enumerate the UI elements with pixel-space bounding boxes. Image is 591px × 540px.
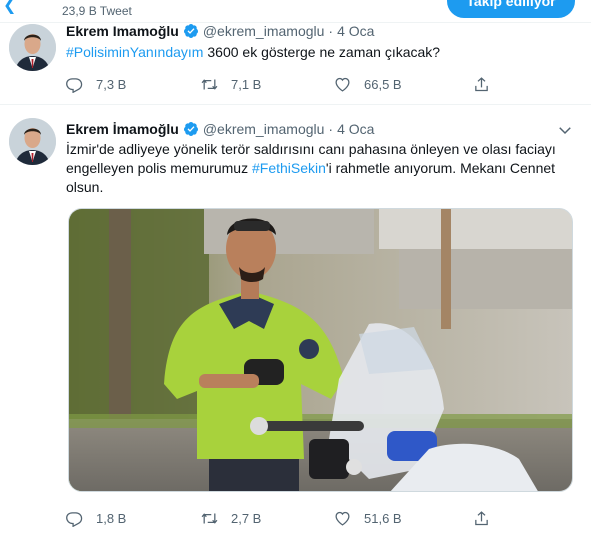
like-count: 66,5 B (364, 76, 402, 92)
hashtag-link[interactable]: #FethiSekin (252, 160, 326, 176)
profile-header-bar: ❮ 23,9 B Tweet Takip ediliyor (0, 0, 591, 22)
reply-count: 1,8 B (96, 510, 127, 526)
share-icon (475, 76, 488, 91)
separator: · (328, 23, 334, 39)
share-icon (475, 510, 488, 525)
reply-icon (66, 77, 83, 93)
display-name[interactable]: Ekrem Imamoğlu (66, 23, 179, 39)
reply-button[interactable]: 7,3 B (66, 74, 126, 94)
tweet-header: Ekrem İmamoğlu @ekrem_imamoglu · 4 Oca (66, 121, 374, 137)
avatar[interactable] (9, 118, 56, 165)
retweet-count: 2,7 B (231, 510, 262, 526)
tweet-date[interactable]: 4 Oca (337, 121, 374, 137)
share-button[interactable] (473, 508, 503, 528)
retweet-button[interactable]: 2,7 B (201, 508, 261, 528)
share-button[interactable] (473, 74, 503, 94)
divider (0, 104, 591, 105)
separator: · (328, 121, 334, 137)
verified-badge-icon (183, 24, 198, 38)
display-name[interactable]: Ekrem İmamoğlu (66, 121, 179, 137)
retweet-button[interactable]: 7,1 B (201, 74, 261, 94)
tweet-actions: 1,8 B 2,7 B 51,6 B (66, 508, 536, 530)
tweet[interactable]: Ekrem Imamoğlu @ekrem_imamoglu · 4 Oca #Pol… (0, 23, 591, 104)
like-button[interactable]: 51,6 B (334, 508, 402, 528)
reply-icon (66, 511, 83, 527)
tweet-actions: 7,3 B 7,1 B 66,5 B (66, 74, 536, 96)
retweet-icon (201, 78, 218, 90)
tweet-text: İzmir'de adliyeye yönelik terör saldırıs… (66, 140, 566, 197)
reply-count: 7,3 B (96, 76, 127, 92)
retweet-icon (201, 512, 218, 524)
tweet-photo[interactable] (68, 208, 573, 492)
tweet-text: #PolisiminYanındayım 3600 ek gösterge ne… (66, 43, 566, 62)
heart-icon (335, 511, 350, 526)
tweet-date[interactable]: 4 Oca (337, 23, 374, 39)
reply-button[interactable]: 1,8 B (66, 508, 126, 528)
heart-icon (335, 77, 350, 92)
tweet-header: Ekrem Imamoğlu @ekrem_imamoglu · 4 Oca (66, 23, 374, 39)
avatar[interactable] (9, 24, 56, 71)
hashtag-link[interactable]: #PolisiminYanındayım (66, 44, 203, 60)
user-handle[interactable]: @ekrem_imamoglu (203, 23, 325, 39)
following-button[interactable]: Takip ediliyor (447, 0, 575, 18)
like-button[interactable]: 66,5 B (334, 74, 402, 94)
tweet-count: 23,9 B Tweet (62, 4, 132, 18)
retweet-count: 7,1 B (231, 76, 262, 92)
chevron-down-icon[interactable] (556, 121, 574, 139)
like-count: 51,6 B (364, 510, 402, 526)
tweet-text-content: 3600 ek gösterge ne zaman çıkacak? (203, 44, 441, 60)
verified-badge-icon (183, 122, 198, 136)
back-arrow-icon[interactable]: ❮ (3, 0, 16, 14)
user-handle[interactable]: @ekrem_imamoglu (203, 121, 325, 137)
